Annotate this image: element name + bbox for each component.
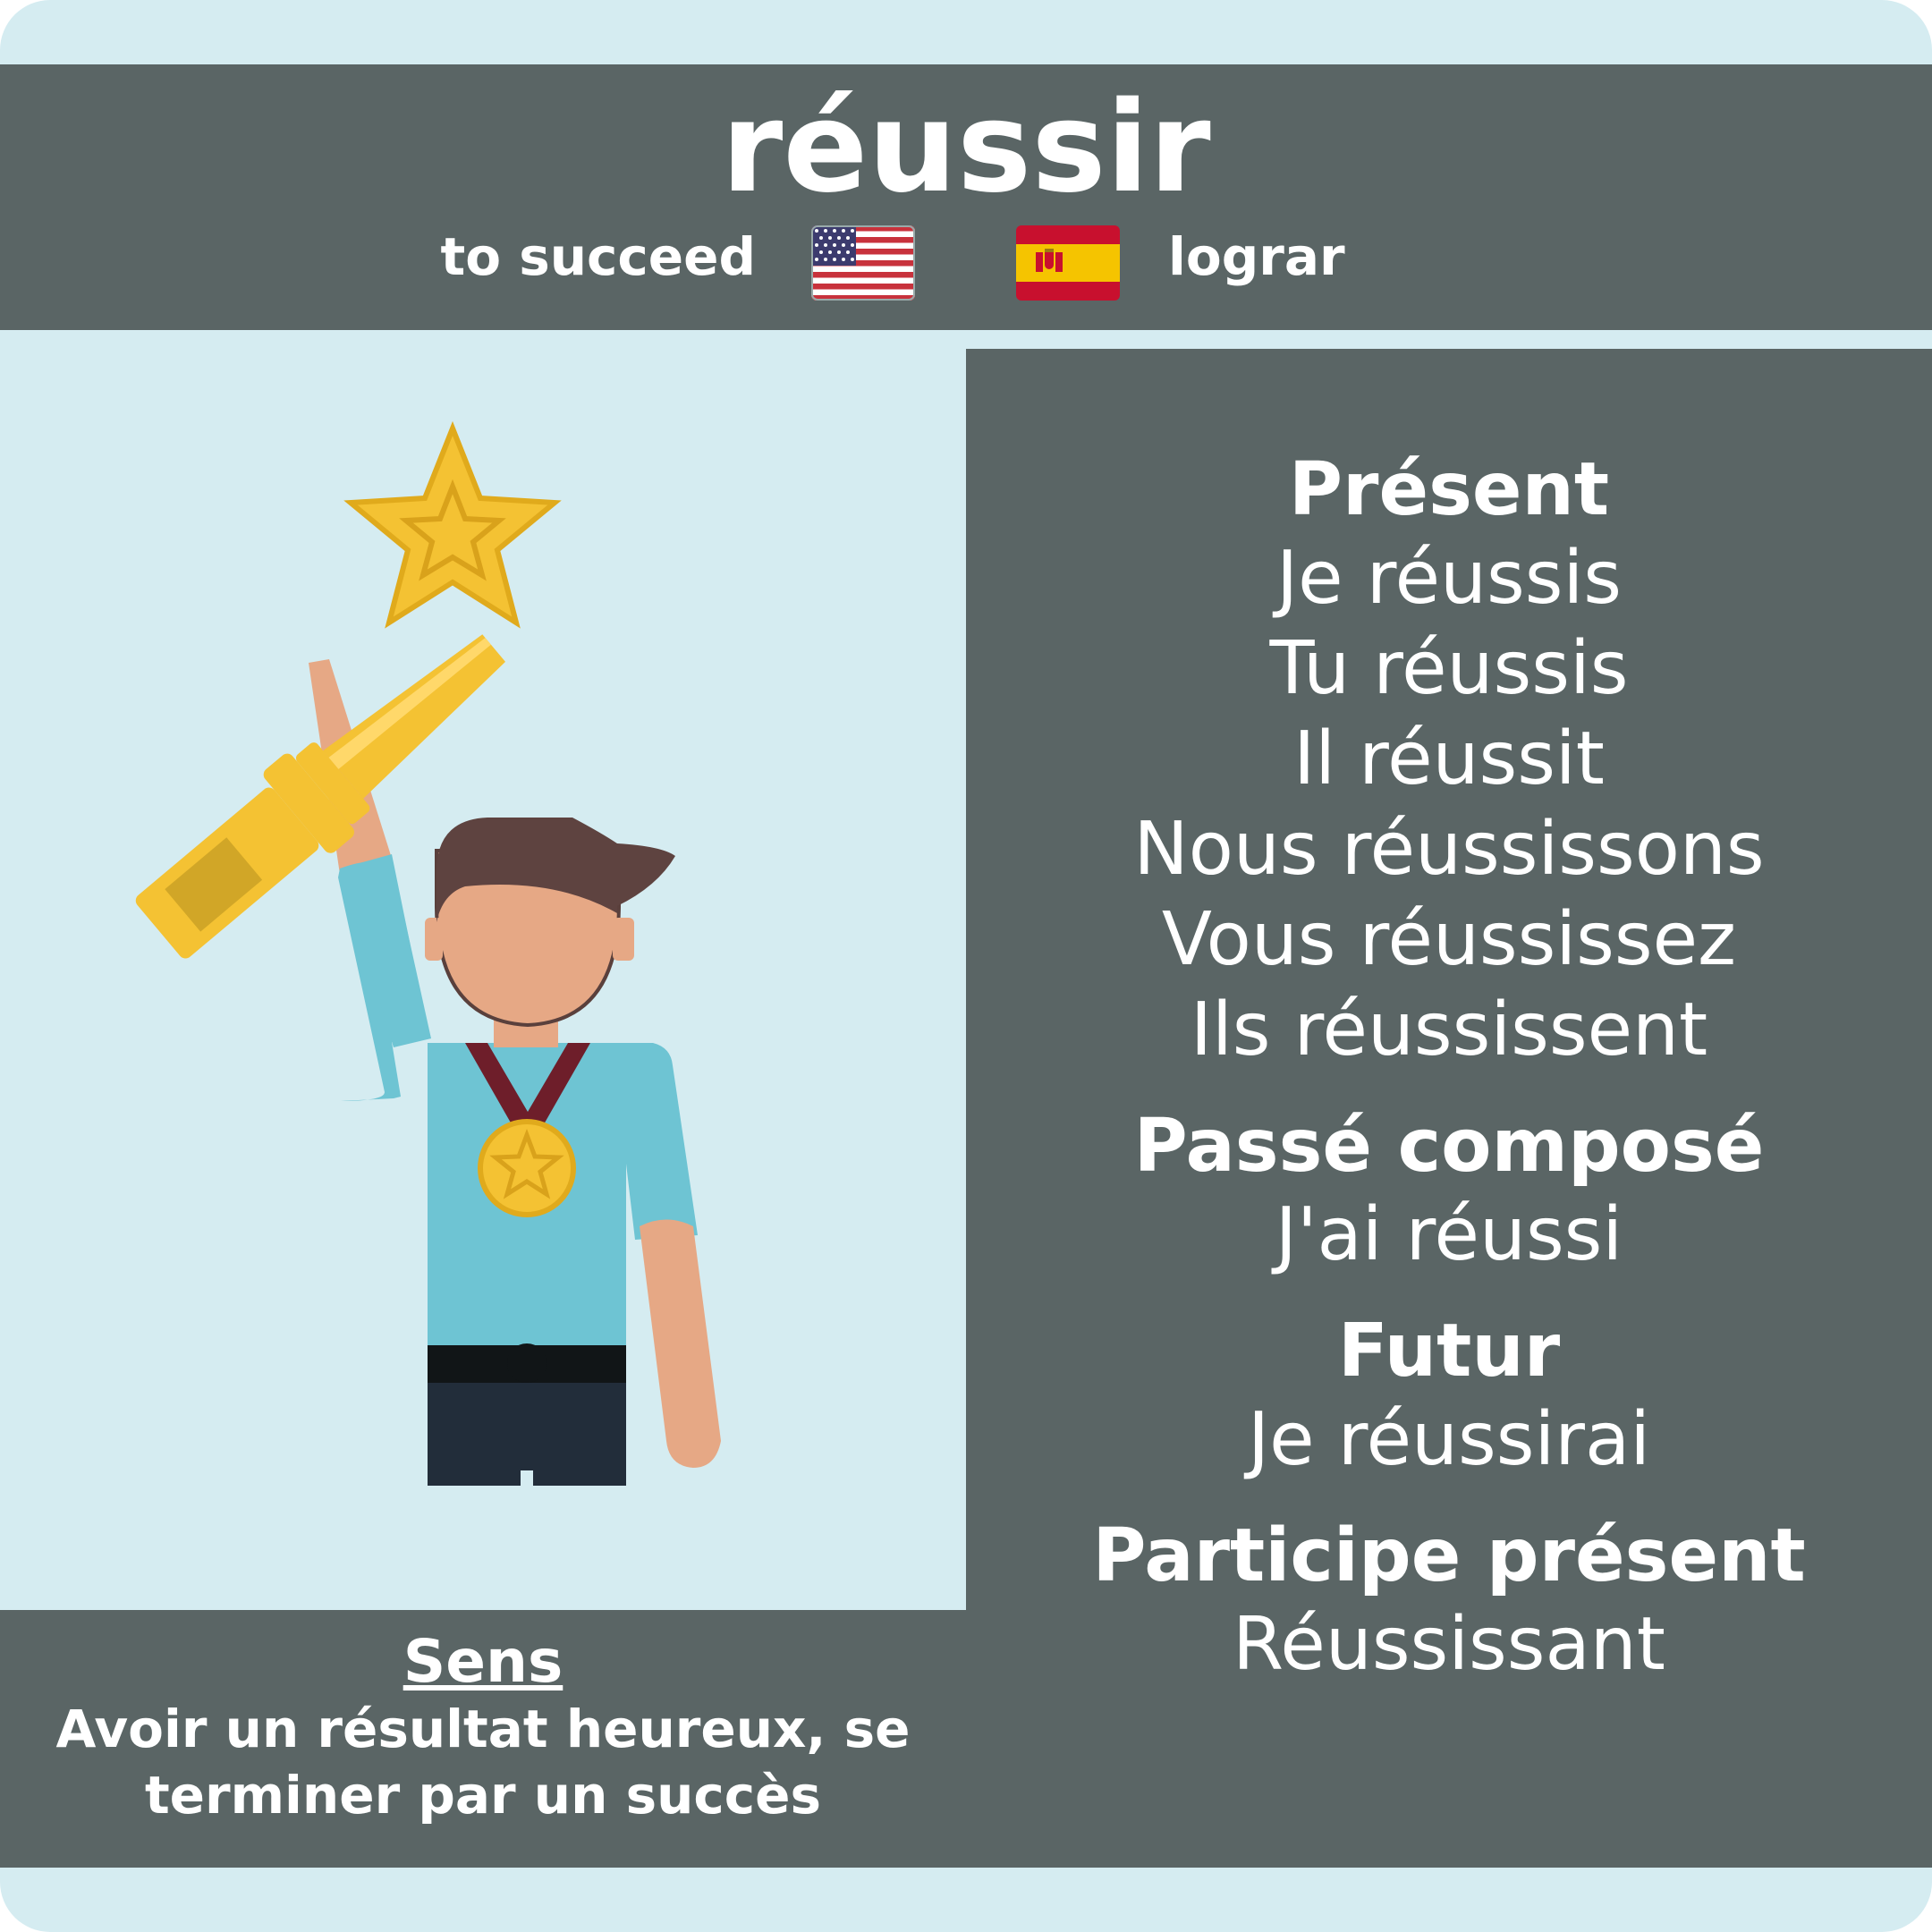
present-label: Présent xyxy=(1288,447,1610,532)
meaning-panel: Sens Avoir un résultat heureux, se termi… xyxy=(0,1610,966,1868)
present-il: Il réussit xyxy=(1293,716,1605,801)
passe-compose-label: Passé composé xyxy=(1133,1104,1765,1189)
meaning-title: Sens xyxy=(402,1627,564,1696)
futur-label: Futur xyxy=(1337,1309,1561,1394)
meaning-line-2: terminer par un succès xyxy=(144,1765,822,1826)
flashcard: réussir to succeed lograr Présent Je réu… xyxy=(0,0,1932,1932)
present-vous: Vous réussissez xyxy=(1161,897,1737,982)
present-nous: Nous réussissons xyxy=(1133,807,1765,892)
futur-form: Je réussirai xyxy=(1248,1397,1650,1482)
us-flag-icon xyxy=(811,225,915,301)
present-je: Je réussis xyxy=(1276,536,1622,621)
present-ils: Ils réussissent xyxy=(1190,987,1708,1072)
present-tu: Tu réussis xyxy=(1269,626,1629,711)
english-translation: to succeed xyxy=(440,226,756,287)
man-with-trophy-illustration xyxy=(135,420,721,1486)
meaning-text: Avoir un résultat heureux, se terminer p… xyxy=(9,1696,957,1828)
passe-compose-form: J'ai réussi xyxy=(1275,1192,1623,1277)
conjugation-panel: Présent Je réussis Tu réussis Il réussit… xyxy=(966,349,1932,1868)
verb-title: réussir xyxy=(721,75,1211,221)
spain-flag-icon xyxy=(1016,225,1120,301)
participe-present-form: Réussissant xyxy=(1233,1602,1665,1687)
participe-present-label: Participe présent xyxy=(1092,1513,1806,1598)
meaning-line-1: Avoir un résultat heureux, se xyxy=(55,1699,911,1759)
spanish-translation: lograr xyxy=(1168,226,1345,287)
